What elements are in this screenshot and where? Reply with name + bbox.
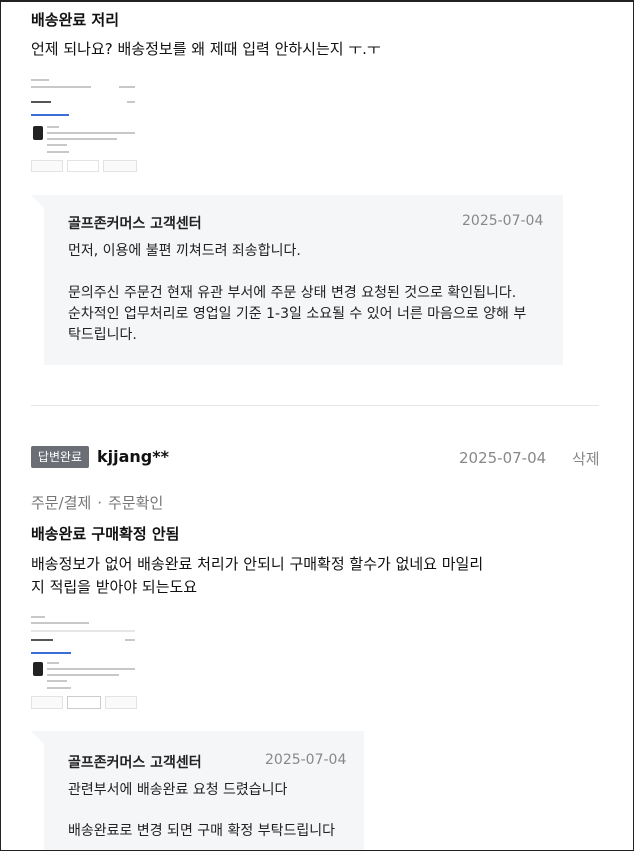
category-main: 주문/결제 <box>31 494 92 512</box>
reply-date: 2025-07-04 <box>462 213 544 229</box>
category-sub: 주문확인 <box>108 494 164 512</box>
seller-reply: 골프존커머스 고객센터 2025-07-04 관련부서에 배송완료 요청 드렸습… <box>31 731 364 850</box>
reply-text-line: 관련부서에 배송완료 요청 드렸습니다 <box>68 782 288 798</box>
review-date: 2025-07-04 <box>459 449 547 467</box>
reply-text-line: 문의주신 주문건 현재 유관 부서에 주문 상태 변경 요청된 것으로 확인됩니… <box>68 285 517 301</box>
inquiry-category: 주문/결제 · 주문확인 <box>31 492 163 513</box>
review-divider <box>31 405 599 406</box>
status-badge: 답변완료 <box>31 446 89 468</box>
review-text-line: 배송정보가 없어 배송완료 처리가 안되니 구매확정 할수가 없네요 마일리 <box>31 555 484 573</box>
review-text: 언제 되나요? 배송정보를 왜 제때 입력 안하시는지 ㅜ.ㅜ <box>31 40 381 58</box>
reply-author: 골프존커머스 고객센터 <box>68 755 202 771</box>
category-separator: · <box>97 494 103 512</box>
review-attachment-thumbnail[interactable] <box>31 612 137 710</box>
delete-button[interactable]: 삭제 <box>572 448 600 469</box>
reply-date: 2025-07-04 <box>265 752 347 768</box>
review-title: 배송완료 저리 <box>31 11 120 29</box>
review-text-line: 지 적립을 받아야 되는도요 <box>31 578 198 596</box>
seller-reply: 골프존커머스 고객센터 2025-07-04 먼저, 이용에 불편 끼쳐드려 죄… <box>31 195 563 365</box>
review-author: kjjang** <box>97 447 169 466</box>
reply-text-line: 순차적인 업무처리로 영업일 기준 1-3일 소요될 수 있어 너른 마음으로 … <box>68 306 527 322</box>
review-attachment-thumbnail[interactable] <box>31 74 137 172</box>
reply-author: 골프존커머스 고객센터 <box>68 216 202 232</box>
reply-text-line: 먼저, 이용에 불편 끼쳐드려 죄송합니다. <box>68 243 301 259</box>
reply-text-line: 배송완료로 변경 되면 구매 확정 부탁드립니다 <box>68 823 335 839</box>
reply-text-line: 탁드립니다. <box>68 327 137 343</box>
review-title: 배송완료 구매확정 안됨 <box>31 525 180 543</box>
